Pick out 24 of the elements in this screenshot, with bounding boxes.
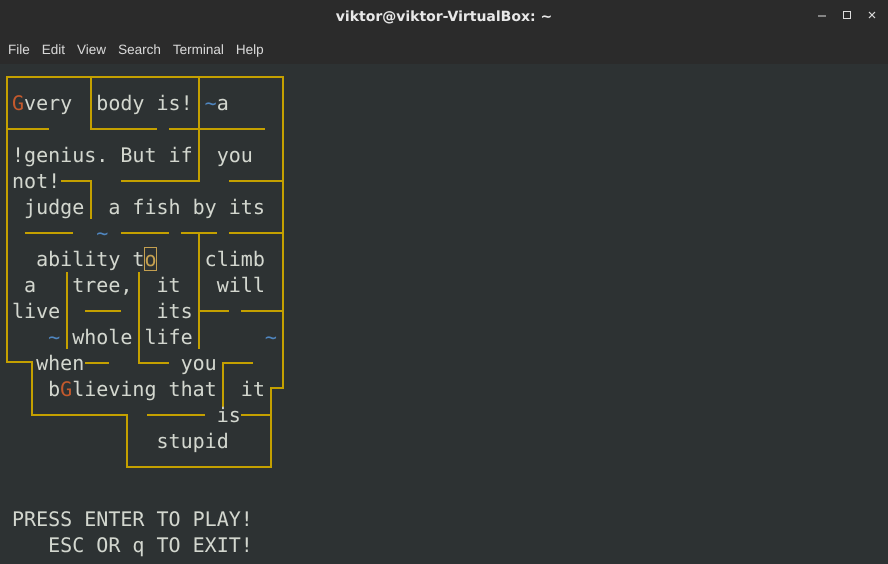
- maze-text-line: !genius. But if you: [12, 142, 253, 168]
- maze-text-line: when you: [35, 350, 217, 376]
- maze-text-line: live its: [12, 298, 193, 324]
- menu-item[interactable]: View: [71, 42, 112, 56]
- menu-item[interactable]: Terminal: [166, 42, 230, 56]
- maze-text-line: ~ whole life ~: [47, 324, 277, 350]
- prompt-line: PRESS ENTER TO PLAY!: [12, 506, 253, 532]
- maze-text-line: Gvery body is! ~a: [12, 90, 229, 116]
- close-icon[interactable]: [866, 9, 878, 21]
- window-title: viktor@viktor-VirtualBox: ~: [336, 9, 552, 25]
- menu-item[interactable]: Edit: [36, 42, 72, 56]
- maze-text-line: is: [216, 402, 241, 428]
- maze-text-line: bGlieving that it: [47, 376, 265, 402]
- menu-item[interactable]: Help: [230, 42, 270, 56]
- maximize-icon[interactable]: [841, 9, 853, 21]
- menu-item[interactable]: File: [2, 42, 36, 56]
- maze-text-line: a tree, it will: [23, 272, 265, 298]
- maze-text-line: stupid: [155, 428, 229, 454]
- prompt-line: ESC OR q TO EXIT!: [47, 532, 253, 558]
- maze-text-line: ability to climb: [35, 246, 265, 272]
- maze-text-line: ~: [95, 220, 108, 246]
- maze-text-line: judge a fish by its: [23, 194, 265, 220]
- maze-text-line: not!: [12, 168, 60, 194]
- menu-item[interactable]: Search: [112, 42, 167, 56]
